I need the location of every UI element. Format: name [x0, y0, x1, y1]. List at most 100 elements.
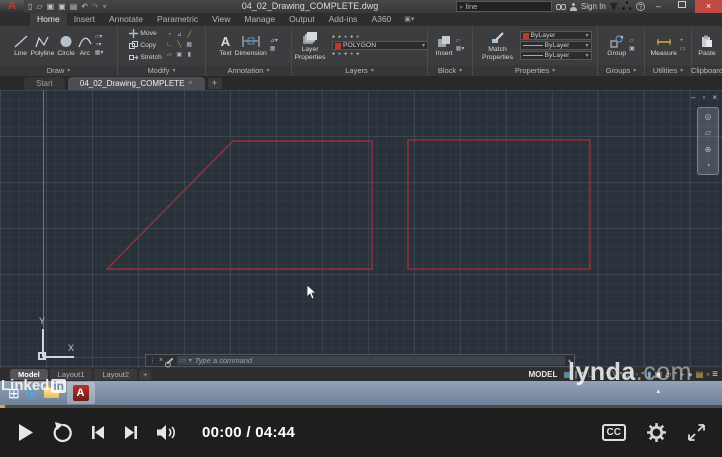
- copy-tool[interactable]: Copy: [129, 40, 156, 51]
- new-file-icon[interactable]: ▯: [28, 0, 32, 13]
- paste-tool[interactable]: Paste: [698, 34, 715, 57]
- zoom-extents-icon[interactable]: ⊕: [705, 145, 712, 154]
- stretch-tool[interactable]: Stretch: [129, 52, 162, 63]
- leader-tool-icon[interactable]: ⊿▾: [270, 38, 278, 45]
- fillet-tool-icon[interactable]: ∟: [166, 42, 172, 49]
- restore-button[interactable]: [672, 0, 691, 13]
- offset-tool-icon[interactable]: ▮: [188, 52, 191, 59]
- command-input[interactable]: ▭ ▾ Type a command: [177, 356, 565, 365]
- autocad-taskbar-slot[interactable]: A: [67, 382, 95, 404]
- fullscreen-button[interactable]: [687, 423, 706, 442]
- explode-tool-icon[interactable]: ▦: [186, 42, 192, 49]
- tab-close-icon[interactable]: ×: [188, 77, 192, 90]
- file-tab-start[interactable]: Start: [24, 77, 65, 90]
- replay-button[interactable]: [52, 422, 73, 443]
- layer-off-icon[interactable]: ●: [332, 51, 335, 57]
- layer-lock-icon[interactable]: ●: [344, 34, 347, 40]
- modify-panel-label[interactable]: Modify ▾: [118, 65, 205, 76]
- tab-output[interactable]: Output: [282, 13, 322, 26]
- save-as-icon[interactable]: ▣: [58, 0, 66, 13]
- layer-properties-tool[interactable]: Layer Properties: [292, 30, 329, 60]
- ungroup-icon[interactable]: ▱: [629, 38, 634, 45]
- undo-icon[interactable]: ↶: [81, 0, 88, 13]
- scale-tool-icon[interactable]: ▱: [167, 52, 172, 59]
- command-customize-icon[interactable]: [167, 357, 174, 364]
- quick-select-icon[interactable]: +: [680, 38, 684, 45]
- hatch-tool-icon[interactable]: ▦▾: [95, 50, 104, 57]
- array-tool-icon[interactable]: ▣: [176, 52, 182, 59]
- a360-share-icon[interactable]: ∴: [622, 0, 632, 13]
- recent-commands-icon[interactable]: ▭: [180, 357, 186, 364]
- command-close-icon[interactable]: ×: [159, 357, 163, 364]
- mirror-tool-icon[interactable]: ⊿: [177, 32, 182, 39]
- drawing-canvas[interactable]: Y X – ▫ × ◎ ▱ ⊕ ◔ ⋮ × ▭ ▾ Type a command: [0, 90, 722, 368]
- tab-addins[interactable]: Add-ins: [322, 13, 365, 26]
- previous-button[interactable]: [90, 424, 106, 441]
- navigation-bar[interactable]: ◎ ▱ ⊕ ◔: [697, 107, 719, 175]
- id-point-icon[interactable]: ▭: [680, 46, 686, 53]
- group-tool[interactable]: Group: [607, 34, 626, 57]
- pan-icon[interactable]: ▱: [705, 128, 711, 137]
- volume-button[interactable]: [156, 424, 179, 441]
- help-icon[interactable]: ?: [636, 2, 645, 11]
- erase-tool-icon[interactable]: ╱: [187, 32, 191, 39]
- create-block-icon[interactable]: ▱: [456, 38, 461, 45]
- tab-parametric[interactable]: Parametric: [150, 13, 205, 26]
- circle-tool[interactable]: Circle: [57, 34, 74, 57]
- file-tab-drawing[interactable]: 04_02_Drawing_COMPLETE ×: [68, 77, 205, 90]
- trim-tool-icon[interactable]: ╲: [177, 42, 181, 49]
- play-button[interactable]: [16, 422, 35, 443]
- layer-dropdown[interactable]: POLYGON ▾: [332, 41, 427, 50]
- rotate-tool-icon[interactable]: ◔: [167, 32, 171, 39]
- text-tool[interactable]: A Text: [219, 34, 231, 57]
- tab-a360[interactable]: A360: [364, 13, 398, 26]
- polyline-tool[interactable]: Polyline: [31, 34, 55, 57]
- tab-annotate[interactable]: Annotate: [102, 13, 150, 26]
- dimension-tool[interactable]: Dimension: [235, 34, 267, 57]
- new-layout-button[interactable]: +: [139, 369, 151, 380]
- table-tool-icon[interactable]: ▦: [270, 46, 276, 53]
- arc-tool[interactable]: Arc: [78, 34, 92, 57]
- minimize-button[interactable]: –: [649, 0, 668, 13]
- next-button[interactable]: [123, 424, 139, 441]
- layers-panel-label[interactable]: Layers ▾: [292, 65, 427, 76]
- layer-freeze-icon[interactable]: ●: [338, 34, 341, 40]
- show-hidden-icons[interactable]: ▴: [656, 387, 660, 395]
- linetype-dropdown[interactable]: ByLayer ▾: [520, 51, 592, 60]
- annotation-panel-label[interactable]: Annotation ▾: [206, 65, 291, 76]
- settings-button[interactable]: [646, 422, 667, 443]
- command-grip-icon[interactable]: ⋮: [149, 357, 156, 365]
- tab-manage[interactable]: Manage: [237, 13, 282, 26]
- sign-in-caret-icon[interactable]: ▾: [610, 0, 618, 13]
- close-button[interactable]: ×: [695, 0, 722, 13]
- layer-on-icon[interactable]: ●: [332, 34, 335, 40]
- layer-thaw-icon[interactable]: ●: [356, 51, 359, 57]
- qat-menu-caret-icon[interactable]: ▾: [103, 0, 107, 13]
- tab-view[interactable]: View: [205, 13, 237, 26]
- save-icon[interactable]: ▣: [47, 0, 55, 13]
- trapezoid-shape[interactable]: [107, 141, 372, 269]
- customization-menu-icon[interactable]: ≡: [712, 368, 718, 381]
- tab-home[interactable]: Home: [30, 13, 67, 26]
- layer-plot-icon[interactable]: ●: [350, 34, 353, 40]
- layer-match-icon[interactable]: ●: [338, 51, 341, 57]
- help-search-input[interactable]: ▸ line: [456, 1, 552, 12]
- recent-commands-caret-icon[interactable]: ▾: [189, 357, 192, 364]
- layer-isolate-icon[interactable]: ●: [356, 34, 359, 40]
- layer-prev-icon[interactable]: ●: [344, 51, 347, 57]
- command-line[interactable]: ⋮ × ▭ ▾ Type a command ▴: [145, 354, 575, 367]
- block-panel-label[interactable]: Block ▾: [428, 65, 472, 76]
- model-space-badge[interactable]: MODEL: [529, 368, 558, 381]
- doc-restore-button[interactable]: ▫: [702, 93, 705, 102]
- move-tool[interactable]: Move: [129, 28, 157, 39]
- ellipse-tool-icon[interactable]: ◔▾: [95, 42, 102, 49]
- search-icon[interactable]: [556, 4, 566, 10]
- properties-panel-label[interactable]: Properties ▾: [473, 65, 597, 76]
- ribbon-display-toggle-icon[interactable]: ▣▾: [404, 13, 414, 26]
- lineweight-dropdown[interactable]: ByLayer ▾: [520, 41, 592, 50]
- new-drawing-tab-button[interactable]: +: [208, 78, 222, 89]
- hardware-acceleration-icon[interactable]: ▤: [696, 368, 704, 381]
- doc-close-button[interactable]: ×: [712, 93, 717, 102]
- match-properties-tool[interactable]: Match Properties: [479, 30, 517, 60]
- redo-icon[interactable]: ↷: [92, 0, 99, 13]
